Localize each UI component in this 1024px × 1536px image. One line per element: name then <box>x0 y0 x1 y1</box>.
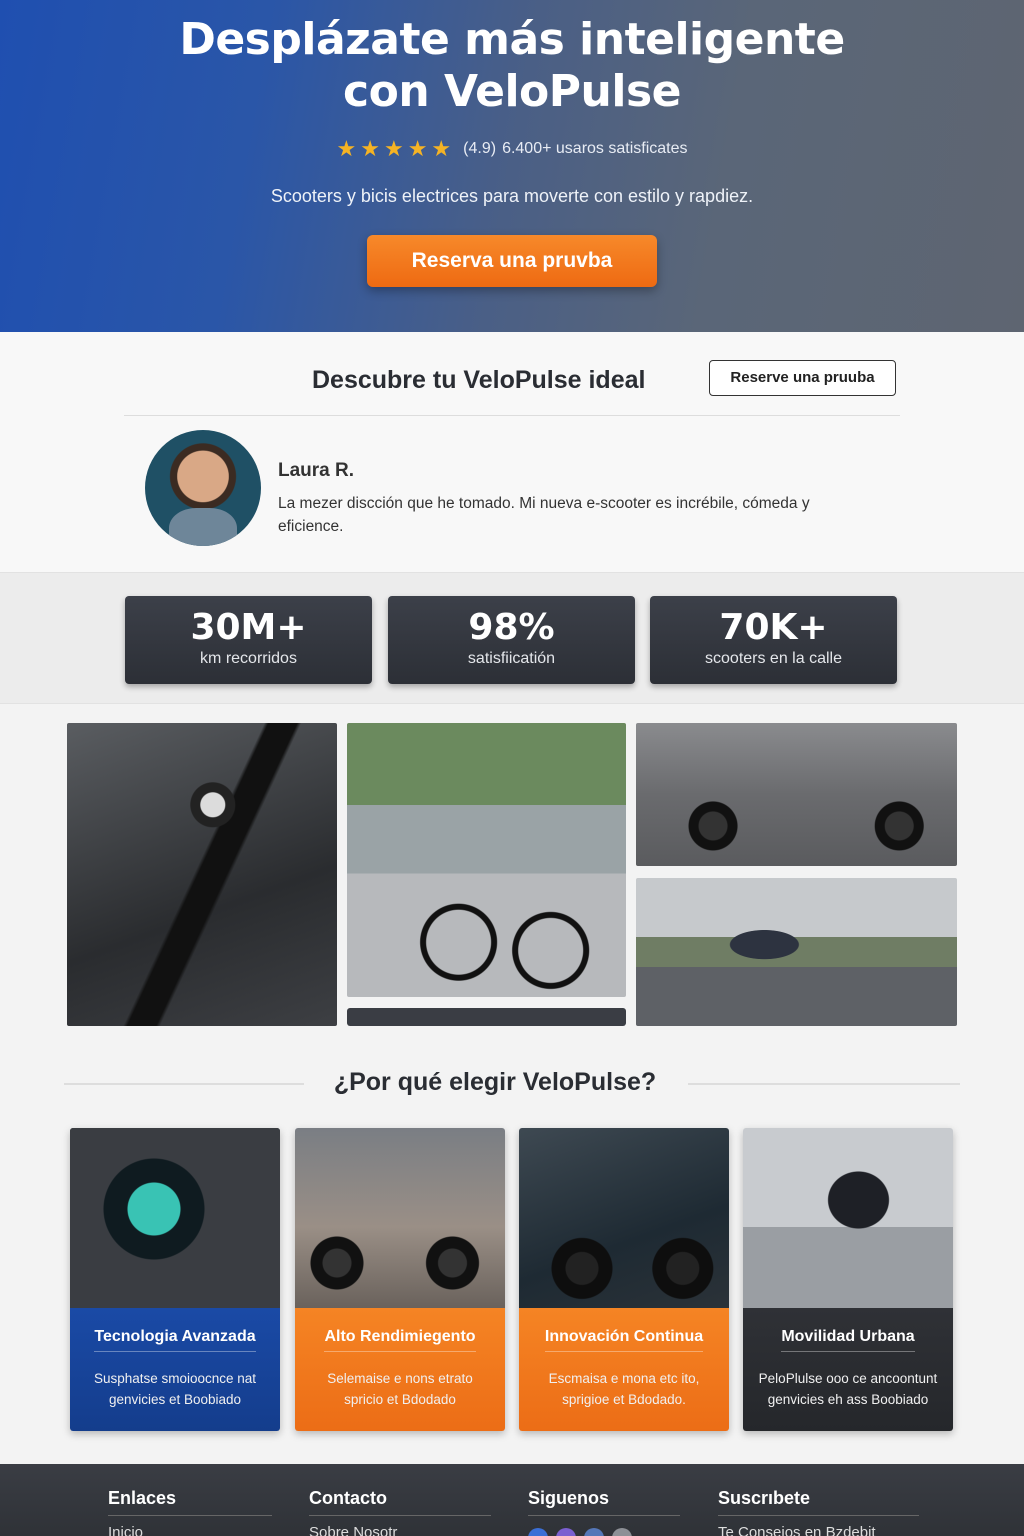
footer-heading: Contacto <box>309 1488 491 1516</box>
footer-col-subscribe: Suscrıbete Te Consejos en Bzdebit <box>718 1488 919 1536</box>
stat-value: 98% <box>468 607 555 648</box>
gallery-image-scooter-handlebar <box>67 723 337 1026</box>
stat-label: km recorridos <box>200 650 297 667</box>
star-icon: ★ <box>383 136 404 161</box>
hero-title-line1: Desplázate más inteligente <box>179 14 845 65</box>
social-icons <box>528 1528 680 1536</box>
footer-link-home[interactable]: Inicio <box>108 1524 272 1536</box>
discover-section: Descubre tu VeloPulse ideal Reserve una … <box>0 332 1024 572</box>
hero-title: Desplázate más inteligente con VeloPulse <box>0 0 1024 118</box>
stat-card: 30M+ km recorridos <box>125 596 372 684</box>
footer-col-contact: Contacto Sobre Nosotr <box>309 1488 491 1536</box>
testimonial-name: Laura R. <box>278 460 355 481</box>
stat-card: 98% satisfiicatión <box>388 596 635 684</box>
feature-image-dashboard <box>70 1128 280 1308</box>
feature-card-body: Movilidad Urbana PeloPlulse ooo ce ancoo… <box>743 1308 953 1431</box>
feature-title: Innovación Continua <box>544 1328 704 1352</box>
footer-col-links: Enlaces Inicio <box>108 1488 272 1536</box>
star-icon: ★ <box>407 136 428 161</box>
feature-image-city-rider <box>743 1128 953 1308</box>
why-title: ¿Por qué elegir VeloPulse? <box>333 1068 657 1096</box>
feature-image-rider <box>295 1128 505 1308</box>
instagram-icon[interactable] <box>556 1528 576 1536</box>
footer: Enlaces Inicio Contacto Sobre Nosotr Sig… <box>0 1464 1024 1536</box>
feature-text: Selemaise e nons etrato spricio et Bdoda… <box>327 1371 473 1407</box>
footer-link-about[interactable]: Sobre Nosotr <box>309 1524 491 1536</box>
feature-image-moped <box>519 1128 729 1308</box>
stat-label: satisfiicatión <box>467 650 556 667</box>
rating-text: 6.400+ usaros satisficates <box>502 140 688 157</box>
stats-section: 30M+ km recorridos 98% satisfiicatión 70… <box>0 572 1024 704</box>
feature-text: Susphatse smoioocnce nat genvicies et Bo… <box>93 1371 257 1407</box>
stat-value: 30M+ <box>190 607 307 648</box>
feature-title: Tecnologia Avanzada <box>94 1328 256 1352</box>
feature-text: Escmaisa e mona etc ito, sprigioe et Bdo… <box>548 1371 700 1407</box>
footer-col-social: Siguenos <box>528 1488 680 1536</box>
youtube-icon[interactable] <box>612 1528 632 1536</box>
gallery-image-woman-ebike <box>347 723 626 997</box>
reserve-test-button[interactable]: Reserve una pruuba <box>709 360 896 396</box>
feature-card-body: Tecnologia Avanzada Susphatse smoioocnce… <box>70 1308 280 1431</box>
stat-card: 70K+ scooters en la calle <box>650 596 897 684</box>
discover-header: Descubre tu VeloPulse ideal Reserve una … <box>124 332 900 416</box>
book-test-button[interactable]: Reserva una pruvba <box>367 235 657 287</box>
rating-stars: ★ ★ ★ ★ ★ <box>336 138 451 160</box>
footer-heading: Siguenos <box>528 1488 680 1516</box>
footer-heading: Enlaces <box>108 1488 272 1516</box>
footer-heading: Suscrıbete <box>718 1488 919 1516</box>
star-icon: ★ <box>336 136 357 161</box>
subscribe-text: Te Consejos en Bzdebit <box>718 1524 876 1536</box>
hero-subtitle: Scooters y bicis electrices para moverte… <box>270 186 754 206</box>
testimonial-text: La mezer discción que he tomado. Mi nuev… <box>278 495 810 535</box>
feature-title: Alto Rendimiegento <box>324 1328 476 1352</box>
feature-card[interactable]: Movilidad Urbana PeloPlulse ooo ce ancoo… <box>743 1128 953 1431</box>
avatar <box>145 430 261 546</box>
gallery-image-scooter-street <box>636 723 957 866</box>
feature-card[interactable]: Alto Rendimiegento Selemaise e nons etra… <box>295 1128 505 1431</box>
feature-title: Movilidad Urbana <box>781 1328 915 1352</box>
gallery-caption-bar <box>347 1008 626 1026</box>
hero-section: Desplázate más inteligente con VeloPulse… <box>0 0 1024 332</box>
feature-card[interactable]: Innovación Continua Escmaisa e mona etc … <box>519 1128 729 1431</box>
feature-card-body: Innovación Continua Escmaisa e mona etc … <box>519 1308 729 1431</box>
feature-text: PeloPlulse ooo ce ancoontunt genvicies e… <box>758 1371 938 1407</box>
gallery-image-man-scooter <box>636 878 957 1026</box>
stat-label: scooters en la calle <box>705 650 842 667</box>
twitter-icon[interactable] <box>584 1528 604 1536</box>
feature-card-body: Alto Rendimiegento Selemaise e nons etra… <box>295 1308 505 1431</box>
discover-title: Descubre tu VeloPulse ideal <box>312 366 646 394</box>
star-icon: ★ <box>360 136 380 161</box>
star-icon: ★ <box>431 136 452 161</box>
rating-value: (4.9) <box>463 140 497 157</box>
feature-card[interactable]: Tecnologia Avanzada Susphatse smoioocnce… <box>70 1128 280 1431</box>
rating: ★ ★ ★ ★ ★ (4.9) 6.400+ usaros satisficat… <box>0 138 1024 160</box>
facebook-icon[interactable] <box>528 1528 548 1536</box>
stat-value: 70K+ <box>719 607 828 648</box>
hero-title-line2: con VeloPulse <box>343 66 681 117</box>
